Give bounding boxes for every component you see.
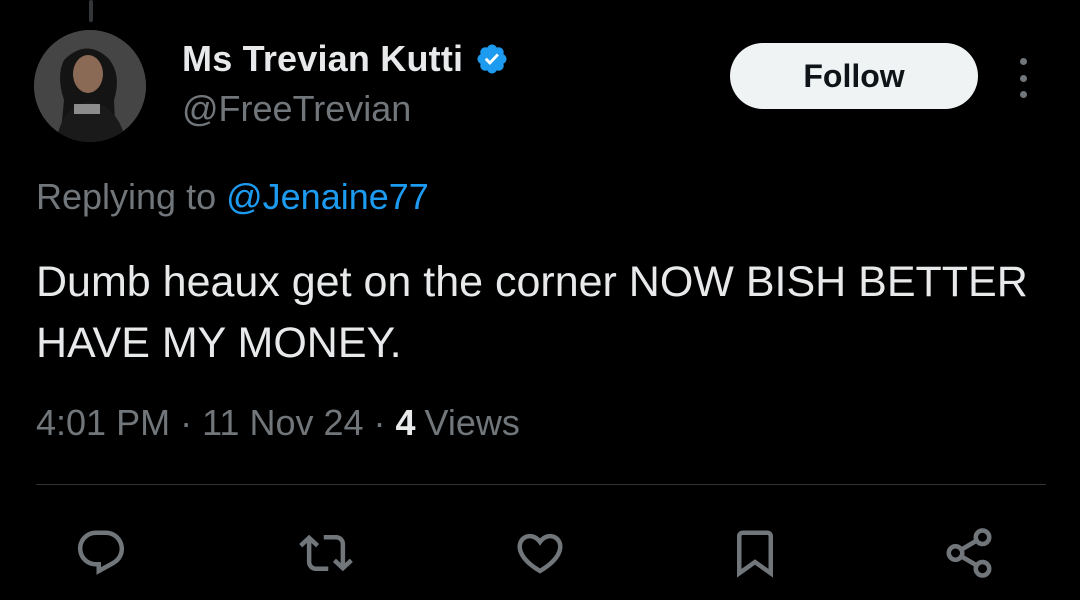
author-handle[interactable]: @FreeTrevian (182, 88, 411, 130)
tweet-actions-bar (0, 522, 1080, 584)
like-icon (517, 533, 563, 574)
views-count: 4 (395, 402, 416, 443)
follow-button[interactable]: Follow (730, 43, 978, 109)
tweet-time[interactable]: 4:01 PM (36, 402, 170, 444)
thread-connector-line (89, 0, 93, 22)
replying-to-mention[interactable]: @Jenaine77 (226, 176, 429, 217)
tweet-date[interactable]: 11 Nov 24 (202, 402, 363, 444)
reply-icon (77, 530, 125, 575)
meta-separator: · (373, 402, 386, 443)
divider (36, 484, 1046, 485)
more-options-icon[interactable] (1010, 58, 1036, 98)
meta-separator: · (180, 402, 193, 443)
verified-badge-icon[interactable] (475, 42, 509, 76)
share-button[interactable] (938, 522, 1000, 584)
tweet-meta: 4:01 PM · 11 Nov 24 · 4 Views (36, 402, 520, 444)
reply-button[interactable] (70, 522, 132, 584)
author-name-row: Ms Trevian Kutti (182, 38, 509, 80)
bookmark-icon (737, 530, 773, 578)
avatar[interactable] (34, 30, 146, 142)
author-display-name[interactable]: Ms Trevian Kutti (182, 38, 463, 80)
replying-to-line: Replying to @Jenaine77 (36, 176, 429, 218)
retweet-icon (299, 534, 353, 572)
retweet-button[interactable] (295, 522, 357, 584)
replying-to-prefix: Replying to (36, 176, 227, 217)
views-label: Views (424, 402, 520, 443)
tweet-text: Dumb heaux get on the corner NOW BISH BE… (36, 258, 1028, 367)
like-button[interactable] (509, 522, 571, 584)
share-icon (946, 528, 992, 578)
bookmark-button[interactable] (724, 522, 786, 584)
avatar-image (34, 30, 146, 142)
